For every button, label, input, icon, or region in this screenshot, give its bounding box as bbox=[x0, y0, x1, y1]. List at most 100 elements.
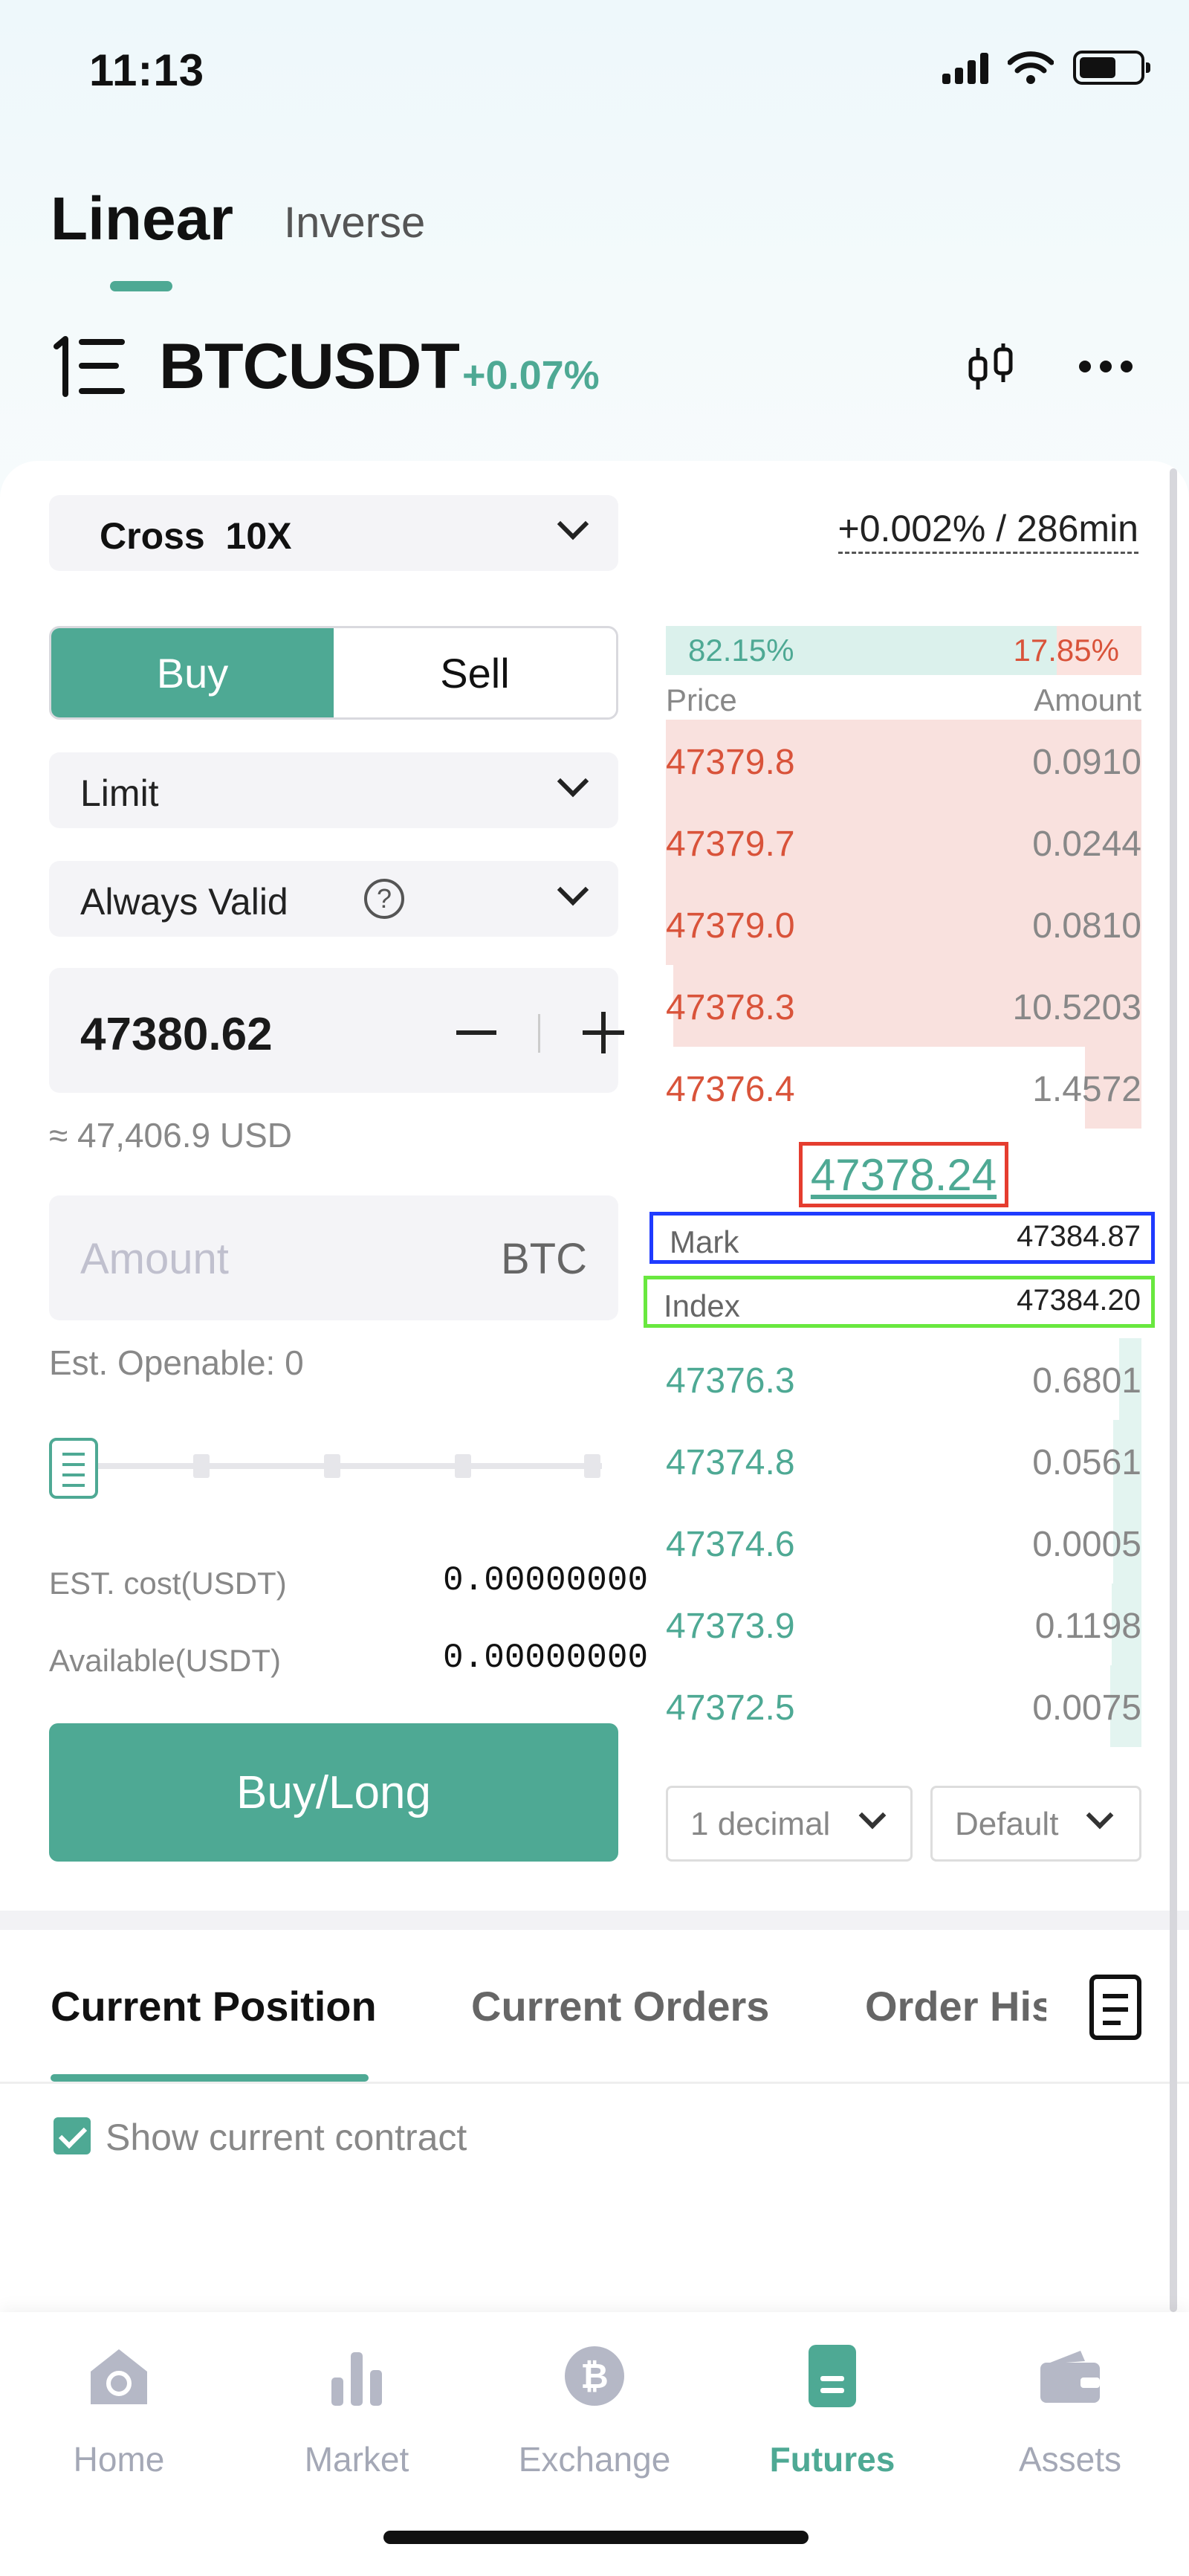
bid-price: 47372.5 bbox=[666, 1688, 795, 1728]
view-select[interactable]: Default bbox=[930, 1786, 1141, 1862]
nav-exchange-label: Exchange bbox=[518, 2440, 671, 2479]
nav-exchange[interactable]: ₿ Exchange bbox=[513, 2342, 676, 2479]
tab-active-underline bbox=[51, 2074, 369, 2082]
tab-linear-underline bbox=[110, 281, 172, 291]
ask-price: 47379.0 bbox=[666, 906, 795, 946]
tab-current-position[interactable]: Current Position bbox=[51, 1982, 377, 2030]
nav-market-label: Market bbox=[304, 2440, 409, 2479]
symbol-list-icon[interactable] bbox=[52, 335, 125, 397]
sell-tab[interactable]: Sell bbox=[334, 628, 616, 717]
nav-futures[interactable]: Futures bbox=[751, 2342, 914, 2479]
bid-row[interactable]: 47372.5 0.0075 bbox=[666, 1665, 1141, 1747]
available-label: Available(USDT) bbox=[49, 1643, 281, 1678]
bid-amount: 0.6801 bbox=[1032, 1361, 1141, 1401]
show-current-contract-checkbox[interactable] bbox=[54, 2117, 91, 2154]
mark-label: Mark bbox=[670, 1224, 739, 1259]
stepper-divider bbox=[538, 1014, 540, 1053]
bid-amount: 0.0005 bbox=[1032, 1525, 1141, 1564]
chevron-down-icon bbox=[858, 1801, 887, 1830]
ask-price: 47378.3 bbox=[666, 988, 795, 1027]
last-price-value: 47378.24 bbox=[810, 1149, 997, 1200]
margin-leverage-select[interactable]: Cross 10X bbox=[49, 495, 618, 571]
bid-row[interactable]: 47373.9 0.1198 bbox=[666, 1584, 1141, 1665]
minus-icon[interactable] bbox=[456, 1030, 496, 1035]
show-current-contract-label[interactable]: Show current contract bbox=[106, 2116, 467, 2159]
chevron-down-icon bbox=[557, 765, 589, 798]
bid-row[interactable]: 47374.8 0.0561 bbox=[666, 1420, 1141, 1502]
validity-label: Always Valid bbox=[80, 881, 288, 923]
ask-price: 47379.8 bbox=[666, 743, 795, 782]
index-price: 47384.20 bbox=[1017, 1284, 1141, 1317]
more-icon[interactable] bbox=[1076, 355, 1135, 378]
est-cost-value: 0.00000000 bbox=[443, 1561, 649, 1600]
slider-tick-75[interactable] bbox=[455, 1454, 471, 1478]
svg-text:₿: ₿ bbox=[580, 2357, 609, 2395]
slider-tick-50[interactable] bbox=[324, 1454, 340, 1478]
bid-amount: 0.0561 bbox=[1032, 1443, 1141, 1482]
tab-current-orders[interactable]: Current Orders bbox=[471, 1982, 769, 2030]
leverage-value: 10X bbox=[225, 515, 292, 557]
price-input[interactable]: 47380.62 bbox=[49, 968, 624, 1093]
ask-row[interactable]: 47376.4 1.4572 bbox=[666, 1047, 1141, 1129]
chevron-down-icon bbox=[557, 508, 589, 540]
chevron-down-icon bbox=[1086, 1801, 1114, 1830]
bid-row[interactable]: 47374.6 0.0005 bbox=[666, 1502, 1141, 1584]
status-time: 11:13 bbox=[89, 45, 205, 95]
ask-amount: 0.0244 bbox=[1032, 824, 1141, 864]
last-price[interactable]: 47378.24 bbox=[799, 1142, 1008, 1207]
tab-inverse[interactable]: Inverse bbox=[284, 198, 425, 248]
amount-placeholder: Amount bbox=[80, 1235, 229, 1283]
ask-row[interactable]: 47379.0 0.0810 bbox=[666, 883, 1141, 965]
amount-input[interactable]: Amount BTC bbox=[49, 1195, 618, 1320]
funding-rate[interactable]: +0.002% / 286min bbox=[838, 507, 1138, 554]
ask-row[interactable]: 47379.7 0.0244 bbox=[666, 801, 1141, 883]
exchange-icon: ₿ bbox=[565, 2346, 624, 2406]
price-value[interactable]: 47380.62 bbox=[80, 1008, 273, 1061]
side-toggle: Buy Sell bbox=[49, 626, 618, 720]
order-type-select[interactable]: Limit bbox=[49, 752, 618, 828]
help-icon[interactable]: ? bbox=[364, 879, 404, 919]
slider-handle[interactable] bbox=[49, 1438, 98, 1499]
bid-amount: 0.0075 bbox=[1032, 1688, 1141, 1728]
scrollbar[interactable] bbox=[1170, 468, 1177, 2312]
order-records-icon[interactable] bbox=[1089, 1975, 1141, 2040]
mark-price-row: Mark 47384.87 bbox=[649, 1212, 1155, 1264]
buy-ratio: 82.15% bbox=[666, 626, 1057, 675]
buy-sell-ratio: 82.15% 17.85% bbox=[666, 626, 1141, 675]
assets-icon bbox=[1040, 2351, 1100, 2403]
sell-ratio: 17.85% bbox=[1014, 626, 1141, 675]
bid-row[interactable]: 47376.3 0.6801 bbox=[666, 1338, 1141, 1420]
nav-assets-label: Assets bbox=[1018, 2440, 1122, 2479]
battery-icon bbox=[1073, 51, 1150, 85]
ask-amount: 0.0810 bbox=[1032, 906, 1141, 946]
validity-select[interactable]: Always Valid ? bbox=[49, 861, 618, 937]
ask-price: 47379.7 bbox=[666, 824, 795, 864]
amount-slider-track[interactable] bbox=[97, 1463, 602, 1469]
index-label: Index bbox=[664, 1288, 740, 1323]
nav-assets[interactable]: Assets bbox=[988, 2342, 1152, 2479]
kline-chart-icon[interactable] bbox=[965, 340, 1018, 394]
nav-home[interactable]: Home bbox=[37, 2342, 201, 2479]
order-type-label: Limit bbox=[80, 772, 159, 814]
mark-price: 47384.87 bbox=[1017, 1220, 1141, 1253]
symbol-name[interactable]: BTCUSDT bbox=[159, 330, 460, 404]
home-indicator bbox=[383, 2531, 809, 2544]
ask-amount: 10.5203 bbox=[1012, 988, 1141, 1027]
ask-row[interactable]: 47378.3 10.5203 bbox=[666, 965, 1141, 1047]
tab-linear[interactable]: Linear bbox=[51, 184, 233, 254]
nav-home-label: Home bbox=[73, 2440, 165, 2479]
view-select-label: Default bbox=[955, 1806, 1059, 1842]
status-icons bbox=[938, 51, 1150, 85]
slider-tick-25[interactable] bbox=[193, 1454, 210, 1478]
bid-price: 47374.6 bbox=[666, 1525, 795, 1564]
tab-order-history[interactable]: Order His bbox=[865, 1982, 1046, 2030]
decimal-select[interactable]: 1 decimal bbox=[666, 1786, 913, 1862]
market-icon bbox=[331, 2352, 382, 2406]
buy-long-button[interactable]: Buy/Long bbox=[49, 1723, 618, 1862]
ask-row[interactable]: 47379.8 0.0910 bbox=[666, 720, 1141, 801]
nav-futures-label: Futures bbox=[769, 2440, 895, 2479]
buy-tab[interactable]: Buy bbox=[51, 628, 334, 717]
slider-tick-100[interactable] bbox=[584, 1454, 600, 1478]
amount-unit: BTC bbox=[501, 1235, 587, 1283]
nav-market[interactable]: Market bbox=[275, 2342, 438, 2479]
